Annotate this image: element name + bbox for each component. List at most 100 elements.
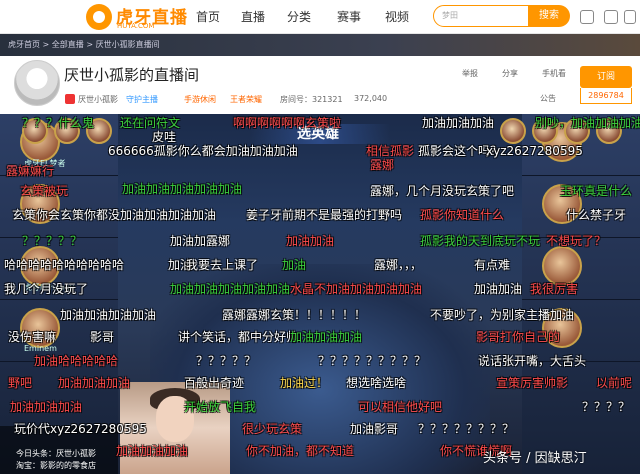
watermark: 头条号 / 因缺思汀 bbox=[483, 451, 587, 466]
danmaku-comment: 露娜 bbox=[370, 158, 395, 172]
danmaku-comment: 有点难 bbox=[474, 258, 511, 272]
danmaku-comment: 加油哈哈哈哈哈 bbox=[34, 354, 119, 368]
danmaku-comment: 露娜，，， bbox=[374, 258, 423, 272]
danmaku-comment: 啊啊啊啊啊啊玄策啦 bbox=[233, 116, 342, 130]
hero-avatar bbox=[500, 118, 526, 144]
danmaku-comment: 加油加油加油 bbox=[290, 330, 363, 344]
notice-button[interactable]: 公告 bbox=[540, 93, 556, 104]
danmaku-comment: 加油过！ bbox=[280, 376, 329, 390]
danmaku-comment: 加油 bbox=[282, 258, 307, 272]
nav-live[interactable]: 直播 bbox=[241, 8, 265, 25]
room-header: 厌世小孤影的直播间 厌世小孤影 守护主播 手游休闲 王者荣耀 房间号：32132… bbox=[8, 56, 632, 114]
nav-home[interactable]: 首页 bbox=[196, 8, 220, 25]
danmaku-comment: 相信孤影 bbox=[366, 144, 415, 158]
danmaku-comment: ？？？什么鬼 bbox=[22, 116, 95, 130]
danmaku-comment: 玩价代xyz2627280595 bbox=[14, 422, 147, 436]
player-name: Eminem bbox=[24, 344, 57, 353]
danmaku-comment: 加油加油加油 bbox=[422, 116, 495, 130]
danmaku-comment: 哈哈哈哈哈哈哈哈哈哈 bbox=[4, 258, 125, 272]
danmaku-comment: 加油影哥 bbox=[350, 422, 399, 436]
video-player[interactable]: 虎牙EL梦者 虎牙ELhappy Eminem 选英雄 今日头条：厌世小孤影 淘… bbox=[0, 114, 640, 474]
danmaku-comment: 别吵，加油加油加油 bbox=[535, 116, 640, 130]
danmaku-comment: xyz2627280595 bbox=[486, 144, 583, 158]
report-button[interactable]: 举报 bbox=[462, 68, 478, 79]
mobile-view-button[interactable]: 手机看 bbox=[542, 68, 566, 79]
danmaku-comment: 我几个月没玩了 bbox=[4, 282, 89, 296]
danmaku-comment: 加油加油加油 bbox=[58, 376, 131, 390]
huya-logo-icon bbox=[86, 4, 112, 30]
danmaku-comment: 水晶不加油加油加油加油 bbox=[290, 282, 423, 296]
breadcrumb-bar: 虎牙首页 > 全部直播 > 厌世小孤影直播间 bbox=[0, 34, 640, 56]
search-button[interactable]: 搜索 bbox=[528, 5, 570, 27]
room-id: 房间号：321321 bbox=[280, 95, 343, 104]
danmaku-comment: 不想玩了？ bbox=[546, 234, 607, 248]
danmaku-comment: 加油加油加油加油加油 bbox=[122, 182, 243, 196]
top-nav: 虎牙直播 HUYA.COM 首页 直播 分类 赛事 视频 梦田 搜索 bbox=[0, 0, 640, 34]
category-tag-1[interactable]: 手游休闲 bbox=[184, 94, 216, 105]
danmaku-comment: 加油加油加油 bbox=[10, 400, 83, 414]
host-avatar[interactable] bbox=[14, 60, 60, 106]
danmaku-comment: 想选啥选啥 bbox=[346, 376, 407, 390]
danmaku-comment: 没伤害嘛 bbox=[8, 330, 57, 344]
danmaku-comment: 玄策被玩 bbox=[20, 184, 69, 198]
danmaku-comment: ？？？？？ bbox=[22, 234, 83, 248]
danmaku-comment: 孤影我的天到底玩不玩 bbox=[420, 234, 541, 248]
danmaku-comment: 以前呢 bbox=[596, 376, 633, 390]
danmaku-comment: 影哥 bbox=[90, 330, 115, 344]
danmaku-comment: 加油加露娜 bbox=[170, 234, 231, 248]
danmaku-comment: ？？？？？ bbox=[196, 354, 257, 368]
search-input[interactable]: 梦田 bbox=[433, 5, 529, 27]
danmaku-comment: 很少玩玄策 bbox=[242, 422, 303, 436]
danmaku-comment: 说话张开嘴，大舌头 bbox=[478, 354, 587, 368]
danmaku-comment: 百般出奇迹 bbox=[184, 376, 245, 390]
danmaku-comment: 666666孤影你么都会加油加油加油 bbox=[108, 144, 298, 158]
danmaku-comment: 加油加油 bbox=[474, 282, 523, 296]
category-tag-2[interactable]: 王者荣耀 bbox=[230, 94, 262, 105]
danmaku-comment: 你不加油，都不知道 bbox=[246, 444, 355, 458]
host-level-icon bbox=[65, 94, 75, 104]
danmaku-comment: 露嫲嫲行 bbox=[6, 164, 55, 178]
nav-events[interactable]: 赛事 bbox=[337, 8, 361, 25]
breadcrumb[interactable]: 虎牙首页 > 全部直播 > 厌世小孤影直播间 bbox=[8, 39, 160, 50]
danmaku-comment: 影哥打你自己的 bbox=[476, 330, 561, 344]
danmaku-comment: 孤影你知道什么 bbox=[420, 208, 505, 222]
danmaku-comment: 露娜，几个月没玩玄策了吧 bbox=[370, 184, 515, 198]
viewer-count: 372,040 bbox=[354, 94, 388, 103]
download-icon[interactable] bbox=[604, 10, 618, 24]
history-icon[interactable] bbox=[580, 10, 594, 24]
guard-tag[interactable]: 守护主播 bbox=[126, 94, 158, 105]
danmaku-comment: 加油加油 bbox=[286, 234, 335, 248]
page-root: 虎牙直播 HUYA.COM 首页 直播 分类 赛事 视频 梦田 搜索 虎牙首页 … bbox=[0, 0, 640, 474]
danmaku-comment: 讲个笑话，都中分好帅 bbox=[178, 330, 299, 344]
danmaku-comment: ？？？？？？？？？ bbox=[318, 354, 427, 368]
danmaku-comment: 加油加油加油 bbox=[116, 444, 189, 458]
danmaku-comment: 皮哇 bbox=[152, 130, 177, 144]
danmaku-comment: 开始放飞自我 bbox=[184, 400, 257, 414]
host-name[interactable]: 厌世小孤影 bbox=[78, 94, 118, 105]
danmaku-comment: 加油加油加油加油加油 bbox=[170, 282, 291, 296]
danmaku-comment: 宣策厉害帅影 bbox=[496, 376, 569, 390]
danmaku-comment: 露娜露娜玄策！！！！！！ bbox=[222, 308, 367, 322]
danmaku-comment: 玄策你会玄策你都没加油加油加油加油 bbox=[12, 208, 217, 222]
danmaku-comment: ？？？？？？？？ bbox=[418, 422, 515, 436]
stream-info-line: 今日头条：厌世小孤影 bbox=[16, 449, 96, 458]
danmaku-comment: 我要去上课了 bbox=[186, 258, 259, 272]
subscriber-count: 2896784 bbox=[580, 88, 632, 104]
danmaku-comment: 姜子牙前期不是最强的打野吗 bbox=[246, 208, 403, 222]
danmaku-comment: 什么禁子牙 bbox=[566, 208, 627, 222]
danmaku-comment: 还在问符文 bbox=[120, 116, 181, 130]
user-icon[interactable] bbox=[624, 10, 636, 24]
subscribe-button[interactable]: 订阅 bbox=[580, 66, 632, 88]
nav-category[interactable]: 分类 bbox=[287, 8, 311, 25]
huya-logo[interactable]: 虎牙直播 HUYA.COM bbox=[86, 3, 187, 31]
danmaku-comment: 我很厉害 bbox=[530, 282, 579, 296]
danmaku-comment: 野吧 bbox=[8, 376, 33, 390]
nav-video[interactable]: 视频 bbox=[385, 8, 409, 25]
room-title: 厌世小孤影的直播间 bbox=[64, 66, 200, 84]
danmaku-comment: 玉环真是什么 bbox=[560, 184, 633, 198]
logo-subtext: HUYA.COM bbox=[117, 22, 155, 30]
danmaku-comment: 可以相信他好吧 bbox=[358, 400, 443, 414]
hero-portrait bbox=[542, 246, 582, 286]
danmaku-comment: 不要吵了，为别家主播加油 bbox=[430, 308, 575, 322]
share-button[interactable]: 分享 bbox=[502, 68, 518, 79]
